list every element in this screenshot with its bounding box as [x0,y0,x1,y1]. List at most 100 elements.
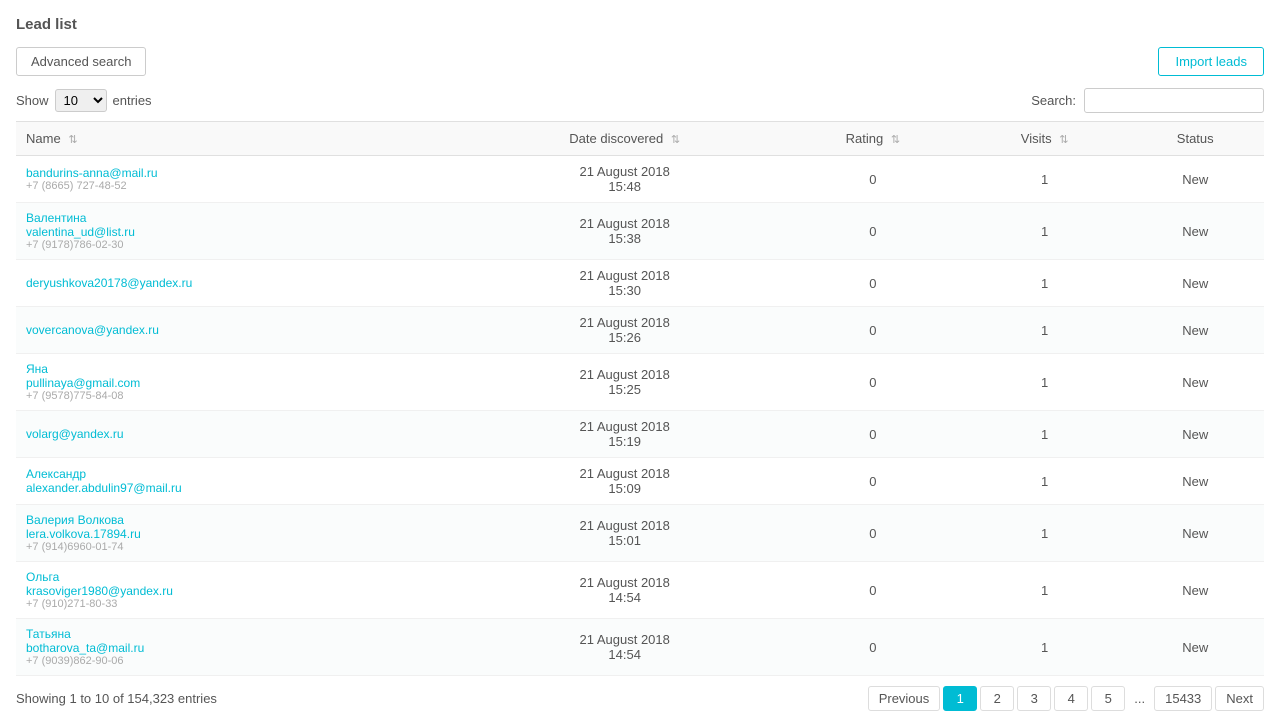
search-input[interactable] [1084,88,1264,113]
search-control: Search: [1031,88,1264,113]
search-label: Search: [1031,93,1076,108]
toolbar: Advanced search Import leads [16,47,1264,76]
table-row: Ольгаkrasoviger1980@yandex.ru+7 (910)271… [16,562,1264,619]
cell-visits: 1 [963,307,1127,354]
cell-visits: 1 [963,411,1127,458]
cell-date: 21 August 201814:54 [467,619,783,676]
entries-controls: Show 10 25 50 100 entries Search: [16,88,1264,113]
cell-rating: 0 [783,505,963,562]
lead-name-link[interactable]: Ольга [26,570,457,584]
pagination-page-2[interactable]: 2 [980,686,1014,711]
table-row: Валентинаvalentina_ud@list.ru+7 (9178)78… [16,203,1264,260]
page-title: Lead list [16,16,1264,33]
cell-date: 21 August 201814:54 [467,562,783,619]
cell-date: 21 August 201815:30 [467,260,783,307]
sort-icon-date[interactable]: ⇅ [671,134,680,146]
lead-email-link[interactable]: lera.volkova.17894.ru [26,527,457,541]
pagination-next[interactable]: Next [1215,686,1264,711]
cell-status: New [1126,619,1264,676]
lead-name-link[interactable]: vovercanova@yandex.ru [26,323,457,337]
pagination-last-page[interactable]: 15433 [1154,686,1212,711]
cell-name: bandurins-anna@mail.ru+7 (8665) 727-48-5… [16,156,467,203]
lead-name-link[interactable]: Татьяна [26,627,457,641]
show-label: Show [16,93,49,108]
cell-name: Татьянаbotharova_ta@mail.ru+7 (9039)862-… [16,619,467,676]
cell-date: 21 August 201815:48 [467,156,783,203]
advanced-search-button[interactable]: Advanced search [16,47,146,76]
lead-name-link[interactable]: bandurins-anna@mail.ru [26,166,457,180]
cell-rating: 0 [783,203,963,260]
cell-name: Александрalexander.abdulin97@mail.ru [16,458,467,505]
lead-email-link[interactable]: pullinaya@gmail.com [26,376,457,390]
col-visits: Visits ⇅ [963,122,1127,156]
cell-rating: 0 [783,354,963,411]
table-row: Валерия Волковаlera.volkova.17894.ru+7 (… [16,505,1264,562]
col-name: Name ⇅ [16,122,467,156]
pagination-page-5[interactable]: 5 [1091,686,1125,711]
lead-email-link[interactable]: valentina_ud@list.ru [26,225,457,239]
showing-text: Showing 1 to 10 of 154,323 entries [16,691,217,706]
cell-visits: 1 [963,562,1127,619]
lead-name-link[interactable]: Валентина [26,211,457,225]
lead-email-link[interactable]: alexander.abdulin97@mail.ru [26,481,457,495]
cell-rating: 0 [783,156,963,203]
cell-rating: 0 [783,307,963,354]
col-rating: Rating ⇅ [783,122,963,156]
cell-date: 21 August 201815:25 [467,354,783,411]
sort-icon-name[interactable]: ⇅ [68,134,77,146]
lead-name-link[interactable]: Александр [26,467,457,481]
lead-sub2: +7 (9578)775-84-08 [26,390,457,402]
cell-name: Валентинаvalentina_ud@list.ru+7 (9178)78… [16,203,467,260]
lead-name-link[interactable]: Яна [26,362,457,376]
lead-email-link[interactable]: krasoviger1980@yandex.ru [26,584,457,598]
lead-name-link[interactable]: volarg@yandex.ru [26,427,457,441]
cell-status: New [1126,203,1264,260]
table-row: Янаpullinaya@gmail.com+7 (9578)775-84-08… [16,354,1264,411]
lead-sub2: +7 (9039)862-90-06 [26,655,457,667]
cell-rating: 0 [783,562,963,619]
cell-visits: 1 [963,156,1127,203]
cell-status: New [1126,411,1264,458]
table-row: vovercanova@yandex.ru 21 August 201815:26… [16,307,1264,354]
lead-name-link[interactable]: Валерия Волкова [26,513,457,527]
cell-visits: 1 [963,505,1127,562]
leads-table: Name ⇅ Date discovered ⇅ Rating ⇅ Visits… [16,121,1264,676]
cell-rating: 0 [783,619,963,676]
cell-visits: 1 [963,203,1127,260]
cell-rating: 0 [783,260,963,307]
entries-select[interactable]: 10 25 50 100 [55,89,107,112]
pagination-previous[interactable]: Previous [868,686,941,711]
table-header-row: Name ⇅ Date discovered ⇅ Rating ⇅ Visits… [16,122,1264,156]
sort-icon-visits[interactable]: ⇅ [1059,134,1068,146]
lead-name-link[interactable]: deryushkova20178@yandex.ru [26,276,457,290]
cell-status: New [1126,505,1264,562]
pagination-page-4[interactable]: 4 [1054,686,1088,711]
cell-status: New [1126,260,1264,307]
lead-email-link[interactable]: botharova_ta@mail.ru [26,641,457,655]
cell-status: New [1126,307,1264,354]
lead-sub2: +7 (910)271-80-33 [26,598,457,610]
cell-date: 21 August 201815:01 [467,505,783,562]
lead-sub1: +7 (8665) 727-48-52 [26,180,457,192]
table-row: Татьянаbotharova_ta@mail.ru+7 (9039)862-… [16,619,1264,676]
cell-visits: 1 [963,260,1127,307]
table-row: Александрalexander.abdulin97@mail.ru21 A… [16,458,1264,505]
pagination-page-3[interactable]: 3 [1017,686,1051,711]
cell-date: 21 August 201815:09 [467,458,783,505]
pagination-dots: ... [1128,687,1151,710]
col-status: Status [1126,122,1264,156]
pagination-page-1[interactable]: 1 [943,686,977,711]
cell-status: New [1126,354,1264,411]
sort-icon-rating[interactable]: ⇅ [891,134,900,146]
cell-rating: 0 [783,458,963,505]
import-leads-button[interactable]: Import leads [1158,47,1264,76]
cell-date: 21 August 201815:38 [467,203,783,260]
cell-status: New [1126,562,1264,619]
cell-date: 21 August 201815:26 [467,307,783,354]
cell-visits: 1 [963,458,1127,505]
cell-date: 21 August 201815:19 [467,411,783,458]
lead-sub2: +7 (914)6960-01-74 [26,541,457,553]
cell-visits: 1 [963,354,1127,411]
cell-visits: 1 [963,619,1127,676]
cell-name: Ольгаkrasoviger1980@yandex.ru+7 (910)271… [16,562,467,619]
